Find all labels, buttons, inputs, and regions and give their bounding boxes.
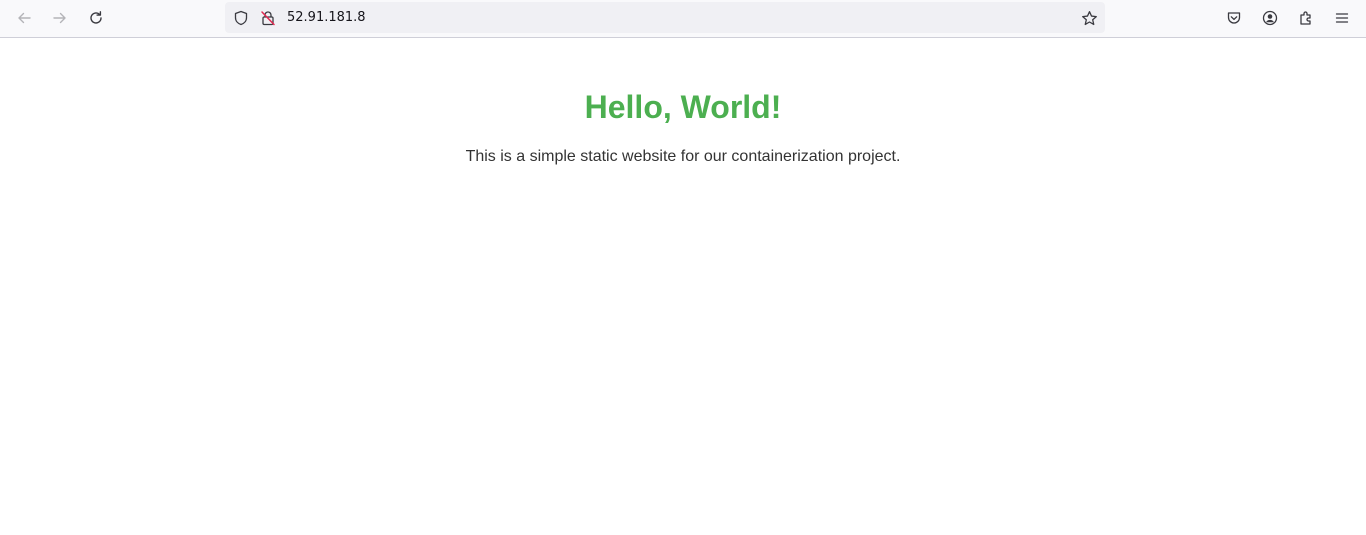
bookmark-star-icon — [1081, 10, 1097, 25]
back-button[interactable] — [9, 3, 39, 33]
app-menu-button[interactable] — [1327, 3, 1357, 33]
tracking-protection-shield-icon — [234, 10, 248, 26]
tracking-protection-button[interactable] — [232, 9, 250, 27]
url-text[interactable]: 52.91.181.8 — [287, 10, 366, 26]
reload-button[interactable] — [81, 3, 111, 33]
back-arrow-icon — [18, 12, 31, 24]
page-heading: Hello, World! — [584, 89, 782, 125]
reload-icon — [90, 11, 102, 24]
url-bar[interactable]: 52.91.181.8 — [225, 2, 1105, 33]
site-info-button[interactable] — [259, 9, 277, 27]
page-content: Hello, World! This is a simple static we… — [0, 39, 1366, 535]
pocket-icon — [1227, 12, 1241, 24]
page-paragraph: This is a simple static website for our … — [465, 148, 901, 165]
account-button[interactable] — [1255, 3, 1285, 33]
insecure-connection-lock-icon — [261, 11, 275, 26]
extensions-icon — [1300, 11, 1311, 25]
pocket-button[interactable] — [1219, 3, 1249, 33]
bookmark-button[interactable] — [1080, 9, 1098, 27]
account-icon — [1262, 10, 1278, 26]
forward-button[interactable] — [45, 3, 75, 33]
browser-toolbar: 52.91.181.8 — [0, 0, 1366, 38]
menu-icon — [1335, 13, 1349, 23]
forward-arrow-icon — [53, 12, 66, 24]
extensions-button[interactable] — [1291, 3, 1321, 33]
